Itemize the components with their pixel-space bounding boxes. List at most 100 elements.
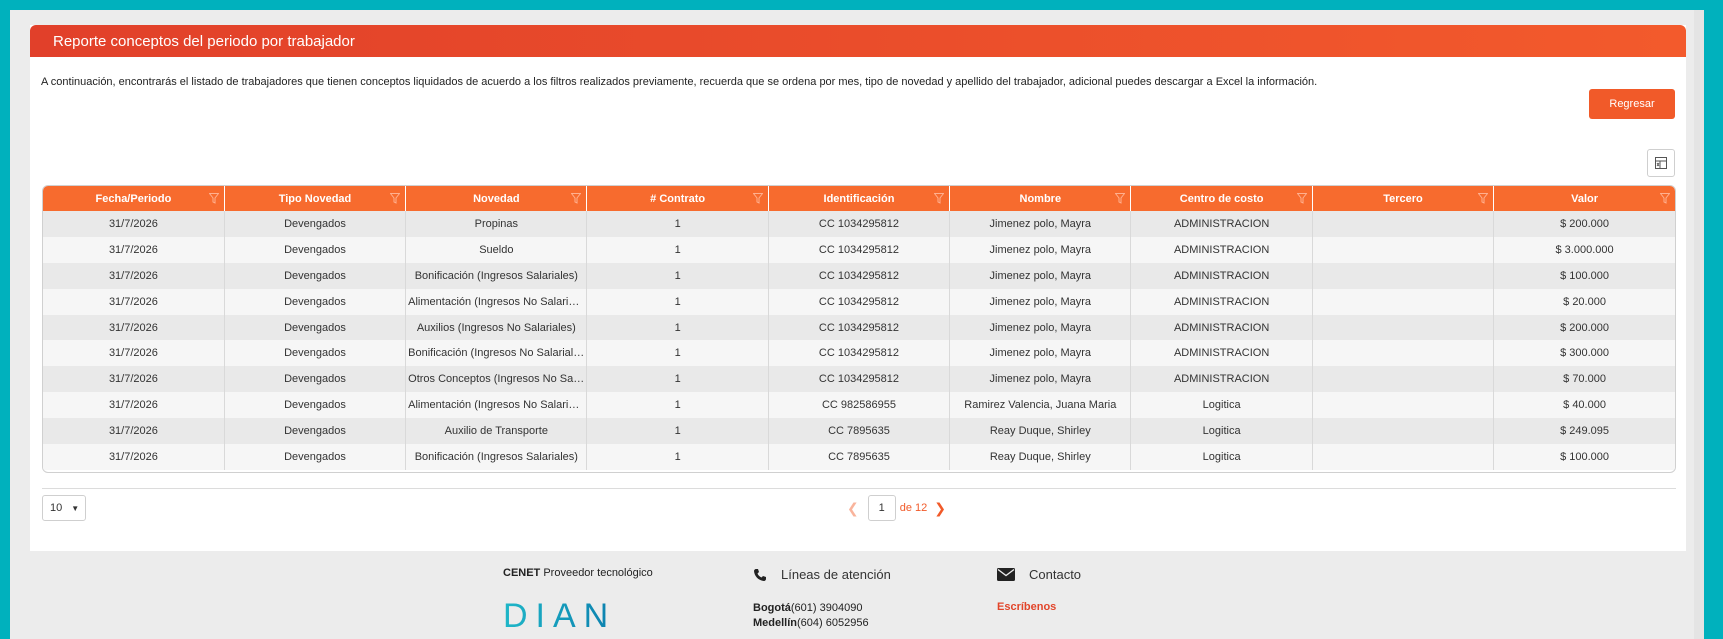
- table-row[interactable]: 31/7/2026 Devengados Auxilio de Transpor…: [43, 418, 1675, 445]
- table-cell: ADMINISTRACION: [1130, 340, 1313, 367]
- table-cell: Jimenez polo, Mayra: [949, 236, 1132, 263]
- column-header[interactable]: Identificación: [768, 186, 951, 211]
- column-header[interactable]: Tipo Novedad: [224, 186, 407, 211]
- table-header-row: Fecha/Periodo Tipo Novedad Novedad # Con…: [43, 186, 1675, 211]
- table-cell: [1312, 340, 1495, 367]
- chevron-left-icon[interactable]: ❮: [847, 500, 859, 517]
- filter-icon[interactable]: [571, 193, 582, 204]
- table-cell: Logitica: [1130, 418, 1313, 445]
- table-cell: [1312, 392, 1495, 419]
- current-page-input[interactable]: 1: [867, 495, 896, 521]
- table-cell: [1312, 288, 1495, 315]
- table-cell: Sueldo: [405, 236, 588, 263]
- table-cell: Reay Duque, Shirley: [949, 444, 1132, 470]
- table-cell: $ 70.000: [1493, 366, 1675, 393]
- back-button[interactable]: Regresar: [1589, 89, 1675, 119]
- table-cell: Auxilio de Transporte: [405, 418, 588, 445]
- phone-list: Bogotá(601) 3904090 Medellín(604) 605295…: [753, 601, 869, 631]
- table-row[interactable]: 31/7/2026 Devengados Otros Conceptos (In…: [43, 366, 1675, 393]
- column-header[interactable]: # Contrato: [586, 186, 769, 211]
- column-header[interactable]: Fecha/Periodo: [43, 186, 225, 211]
- support-lines-heading: Líneas de atención: [753, 567, 891, 582]
- column-header[interactable]: Centro de costo: [1130, 186, 1313, 211]
- table-cell: 1: [586, 418, 769, 445]
- table-row[interactable]: 31/7/2026 Devengados Bonificación (Ingre…: [43, 340, 1675, 367]
- envelope-icon: [997, 568, 1015, 581]
- table-cell: Jimenez polo, Mayra: [949, 211, 1132, 237]
- column-header[interactable]: Valor: [1493, 186, 1675, 211]
- table-cell: CC 1034295812: [768, 236, 951, 263]
- phone-item[interactable]: Bogotá(601) 3904090: [753, 601, 869, 616]
- divider: [42, 488, 1676, 489]
- table-cell: $ 3.000.000: [1493, 236, 1675, 263]
- table-cell: 1: [586, 262, 769, 289]
- table-row[interactable]: 31/7/2026 Devengados Propinas 1 CC 10342…: [43, 211, 1675, 237]
- provider-label: Proveedor tecnológico: [540, 567, 653, 579]
- filter-icon[interactable]: [1115, 193, 1126, 204]
- table-cell: [1312, 236, 1495, 263]
- column-header[interactable]: Nombre: [949, 186, 1132, 211]
- table-cell: Devengados: [224, 418, 407, 445]
- column-header[interactable]: Novedad: [405, 186, 588, 211]
- table-cell: 31/7/2026: [43, 444, 225, 470]
- table-cell: ADMINISTRACION: [1130, 262, 1313, 289]
- table-cell: Devengados: [224, 392, 407, 419]
- table-cell: 1: [586, 392, 769, 419]
- filter-icon[interactable]: [934, 193, 945, 204]
- table-cell: ADMINISTRACION: [1130, 314, 1313, 341]
- report-card: Reporte conceptos del periodo por trabaj…: [30, 25, 1686, 551]
- excel-export-button[interactable]: [1647, 149, 1675, 177]
- table-row[interactable]: 31/7/2026 Devengados Bonificación (Ingre…: [43, 262, 1675, 289]
- table-cell: Devengados: [224, 444, 407, 470]
- table-cell: 31/7/2026: [43, 418, 225, 445]
- filter-icon[interactable]: [1478, 193, 1489, 204]
- chevron-right-icon[interactable]: ❯: [934, 500, 946, 517]
- table-cell: Bonificación (Ingresos Salariales): [405, 444, 588, 470]
- table-cell: CC 1034295812: [768, 262, 951, 289]
- table-cell: Devengados: [224, 236, 407, 263]
- page-size-select[interactable]: 10 ▼: [42, 495, 86, 521]
- table-cell: Devengados: [224, 314, 407, 341]
- table-cell: Reay Duque, Shirley: [949, 418, 1132, 445]
- filter-icon[interactable]: [752, 193, 763, 204]
- table-cell: [1312, 314, 1495, 341]
- table-cell: Devengados: [224, 262, 407, 289]
- phone-item[interactable]: Medellín(604) 6052956: [753, 616, 869, 631]
- table-cell: [1312, 211, 1495, 237]
- footer: CENET Proveedor tecnológico DIAN Líneas …: [10, 557, 1704, 639]
- table-cell: 1: [586, 288, 769, 315]
- table-cell: Alimentación (Ingresos No Salarial...: [405, 392, 588, 419]
- table-cell: Jimenez polo, Mayra: [949, 262, 1132, 289]
- table-row[interactable]: 31/7/2026 Devengados Auxilios (Ingresos …: [43, 314, 1675, 341]
- table-cell: CC 1034295812: [768, 366, 951, 393]
- table-cell: Jimenez polo, Mayra: [949, 340, 1132, 367]
- table-cell: ADMINISTRACION: [1130, 211, 1313, 237]
- table-cell: CC 7895635: [768, 418, 951, 445]
- provider-name: CENET: [503, 567, 541, 579]
- table-cell: Bonificación (Ingresos No Salariales): [405, 340, 588, 367]
- report-table: Fecha/Periodo Tipo Novedad Novedad # Con…: [42, 185, 1676, 473]
- table-row[interactable]: 31/7/2026 Devengados Sueldo 1 CC 1034295…: [43, 236, 1675, 263]
- filter-icon[interactable]: [208, 193, 219, 204]
- table-row[interactable]: 31/7/2026 Devengados Alimentación (Ingre…: [43, 392, 1675, 419]
- table-cell: Devengados: [224, 288, 407, 315]
- scrollbar[interactable]: [1694, 10, 1704, 639]
- filter-icon[interactable]: [1660, 193, 1670, 204]
- table-cell: 1: [586, 236, 769, 263]
- table-cell: Ramirez Valencia, Juana Maria: [949, 392, 1132, 419]
- filter-icon[interactable]: [390, 193, 401, 204]
- table-row[interactable]: 31/7/2026 Devengados Alimentación (Ingre…: [43, 288, 1675, 315]
- caret-down-icon: ▼: [71, 503, 80, 513]
- table-cell: ADMINISTRACION: [1130, 288, 1313, 315]
- table-row[interactable]: 31/7/2026 Devengados Bonificación (Ingre…: [43, 444, 1675, 470]
- table-cell: [1312, 444, 1495, 470]
- table-cell: Jimenez polo, Mayra: [949, 314, 1132, 341]
- column-header[interactable]: Tercero: [1312, 186, 1495, 211]
- table-cell: 31/7/2026: [43, 236, 225, 263]
- table-cell: Jimenez polo, Mayra: [949, 288, 1132, 315]
- table-cell: 1: [586, 366, 769, 393]
- table-cell: $ 249.095: [1493, 418, 1675, 445]
- table-cell: [1312, 418, 1495, 445]
- write-us-link[interactable]: Escríbenos: [997, 601, 1056, 613]
- filter-icon[interactable]: [1296, 193, 1307, 204]
